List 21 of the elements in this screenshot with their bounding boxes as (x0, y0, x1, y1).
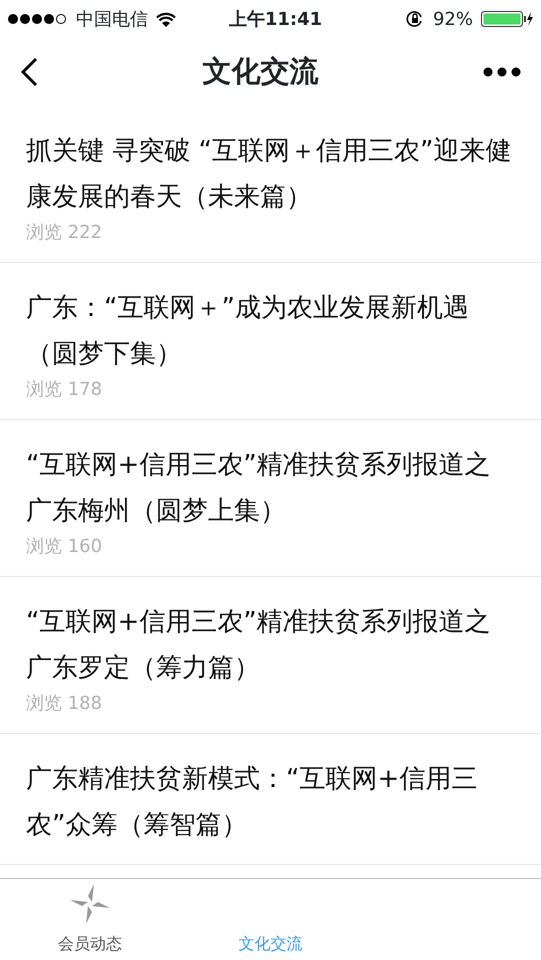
wifi-icon (156, 12, 176, 26)
view-count: 浏览 160 (26, 535, 104, 559)
rotation-lock-icon (404, 9, 425, 29)
clock-time: 上午11:41 (228, 8, 322, 32)
view-count: 浏览 222 (26, 221, 104, 245)
tab-item[interactable]: 会员动态 (0, 879, 180, 960)
article-title[interactable]: 抓关键 寻突破 “互联网＋信用三农”迎来健康发展的春天（未来篇） (26, 128, 515, 220)
article-title[interactable]: 广东：“互联网＋”成为农业发展新机遇（圆梦下集） (26, 285, 515, 377)
pinwheel-icon (68, 882, 112, 926)
battery-icon (481, 11, 533, 27)
view-count: 浏览 188 (26, 692, 104, 716)
view-count: 浏览 178 (26, 378, 104, 402)
carrier-name: 中国电信 (76, 8, 148, 32)
back-icon[interactable] (20, 57, 38, 87)
article-title[interactable]: “互联网+信用三农”精准扶贫系列报道之广东罗定（筹力篇） (26, 599, 515, 691)
signal-icon (8, 13, 68, 25)
more-icon[interactable] (483, 67, 521, 77)
article-title[interactable]: “互联网+信用三农”精准扶贫系列报道之广东梅州（圆梦上集） (26, 442, 515, 534)
battery-percent: 92% (432, 8, 473, 32)
article-title[interactable]: 广东精准扶贫新模式：“互联网+信用三农”众筹（筹智篇） (26, 756, 515, 848)
page-title: 文化交流 (202, 53, 318, 90)
